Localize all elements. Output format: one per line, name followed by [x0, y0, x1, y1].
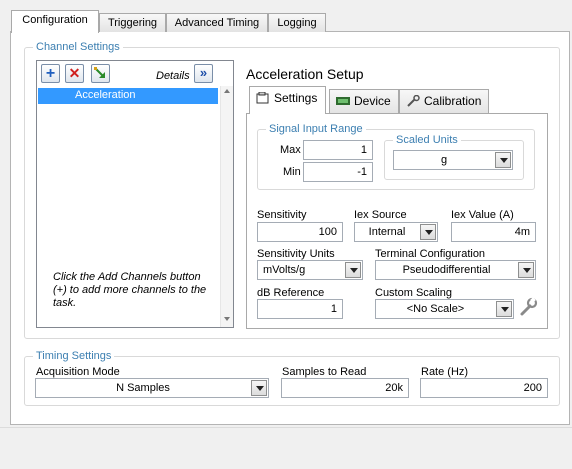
- double-chevron-right-icon: »: [199, 65, 208, 80]
- details-label: Details: [156, 70, 190, 82]
- calibration-icon: [407, 95, 420, 107]
- channel-list[interactable]: + ✕ Details » Acceleration Click the Add…: [36, 60, 234, 328]
- chevron-down-icon[interactable]: [251, 380, 267, 396]
- setup-title: Acceleration Setup: [246, 66, 364, 82]
- iex-source-value: Internal: [368, 226, 406, 238]
- bottom-bar: [0, 427, 572, 469]
- scaled-units-title: Scaled Units: [393, 133, 461, 147]
- add-channel-button[interactable]: +: [41, 64, 60, 83]
- timing-settings-title: Timing Settings: [33, 349, 115, 363]
- plus-icon: +: [45, 65, 56, 82]
- scaled-units-value: g: [440, 154, 448, 166]
- settings-icon: [256, 92, 269, 104]
- terminal-configuration-value: Pseudodifferential: [402, 264, 491, 276]
- wrench-icon[interactable]: [518, 297, 538, 317]
- tab-logging[interactable]: Logging: [268, 13, 326, 32]
- db-reference-field[interactable]: 1: [257, 299, 343, 319]
- sensitivity-units-select[interactable]: mVolts/g: [257, 260, 363, 280]
- channel-name: Acceleration: [75, 89, 136, 101]
- tab-device[interactable]: Device: [329, 89, 399, 113]
- terminal-configuration-select[interactable]: Pseudodifferential: [375, 260, 536, 280]
- list-item[interactable]: Acceleration: [38, 88, 218, 104]
- scaled-units-select[interactable]: g: [393, 150, 513, 170]
- max-label: Max: [280, 144, 301, 156]
- min-field[interactable]: -1: [303, 162, 373, 182]
- details-button[interactable]: »: [194, 64, 213, 83]
- tab-label: Triggering: [107, 17, 158, 29]
- connect-arrow-icon: [94, 67, 105, 78]
- sensitivity-field[interactable]: 100: [257, 222, 343, 242]
- tab-calibration[interactable]: Calibration: [399, 89, 489, 113]
- x-icon: ✕: [68, 65, 81, 81]
- acquisition-mode-select[interactable]: N Samples: [35, 378, 269, 398]
- tab-advanced-timing[interactable]: Advanced Timing: [166, 13, 268, 32]
- samples-to-read-field[interactable]: 20k: [281, 378, 409, 398]
- sensitivity-label: Sensitivity: [257, 209, 307, 221]
- chevron-down-icon[interactable]: [420, 224, 436, 240]
- device-icon: [336, 97, 350, 105]
- custom-scaling-select[interactable]: <No Scale>: [375, 299, 514, 319]
- max-field[interactable]: 1: [303, 140, 373, 160]
- tab-triggering[interactable]: Triggering: [99, 13, 166, 32]
- scroll-down-icon[interactable]: [224, 317, 230, 321]
- connect-channel-button[interactable]: [91, 64, 110, 83]
- add-channels-hint: Click the Add Channels button (+) to add…: [53, 271, 207, 309]
- min-label: Min: [283, 166, 301, 178]
- tab-settings[interactable]: Settings: [249, 86, 326, 114]
- chevron-down-icon[interactable]: [496, 301, 512, 317]
- iex-source-label: Iex Source: [354, 209, 407, 221]
- list-scrollbar[interactable]: [220, 86, 233, 327]
- tab-label: Settings: [274, 91, 318, 105]
- tab-label: Configuration: [22, 14, 88, 26]
- sensitivity-units-value: mVolts/g: [263, 264, 306, 276]
- iex-source-select[interactable]: Internal: [354, 222, 438, 242]
- tab-label: Advanced Timing: [174, 17, 260, 29]
- custom-scaling-value: <No Scale>: [406, 303, 465, 315]
- tab-label: Calibration: [424, 94, 482, 108]
- tab-label: Logging: [277, 17, 317, 29]
- acquisition-mode-value: N Samples: [116, 382, 170, 394]
- iex-value-field[interactable]: 4m: [451, 222, 536, 242]
- scroll-up-icon[interactable]: [224, 89, 230, 93]
- remove-channel-button[interactable]: ✕: [65, 64, 84, 83]
- rate-field[interactable]: 200: [420, 378, 548, 398]
- iex-value-label: Iex Value (A): [451, 209, 514, 221]
- chevron-down-icon[interactable]: [518, 262, 534, 278]
- chevron-down-icon[interactable]: [495, 152, 511, 168]
- chevron-down-icon[interactable]: [345, 262, 361, 278]
- channel-settings-title: Channel Settings: [33, 40, 123, 54]
- signal-input-range-title: Signal Input Range: [266, 122, 366, 136]
- tab-label: Device: [354, 94, 391, 108]
- tab-configuration[interactable]: Configuration: [11, 10, 99, 33]
